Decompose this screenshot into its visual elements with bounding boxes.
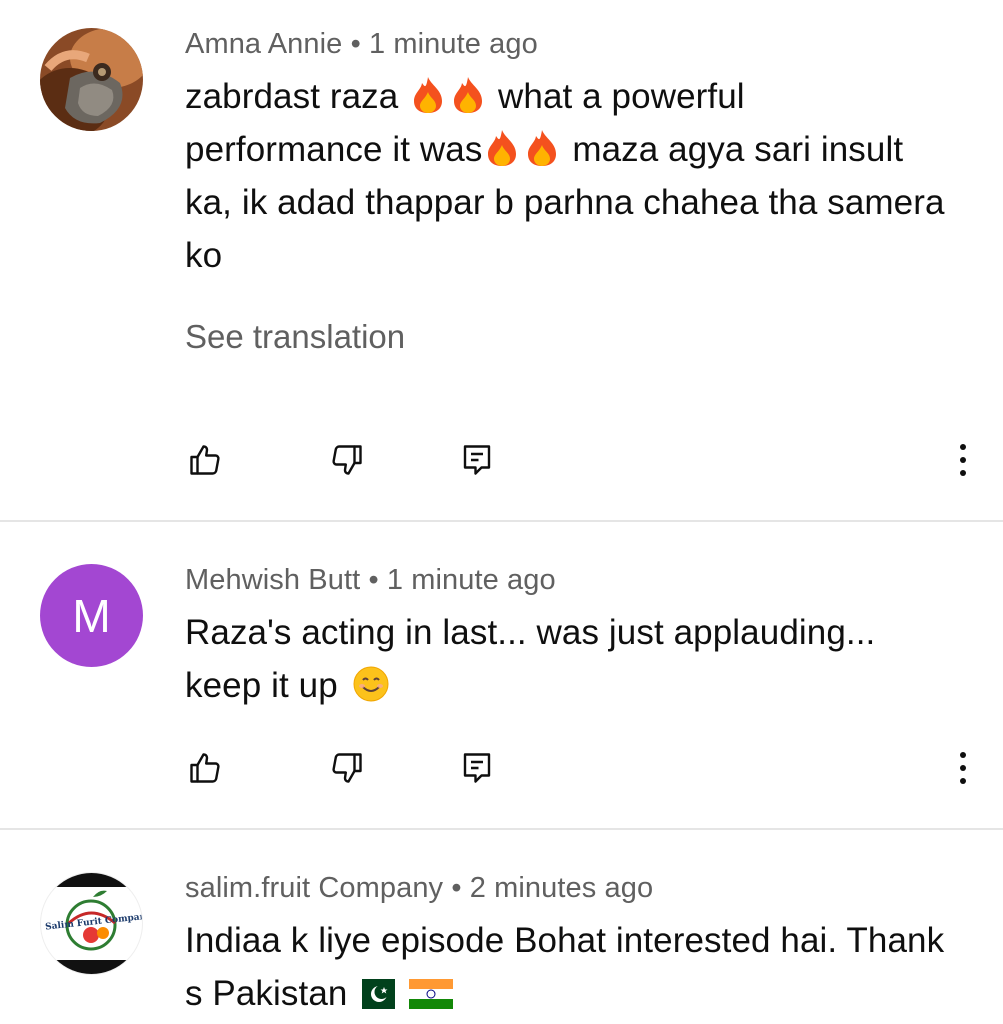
reply-icon xyxy=(463,445,491,475)
fire-emoji-icon xyxy=(454,77,483,113)
india-flag-emoji-icon xyxy=(409,979,454,1009)
reply-button[interactable] xyxy=(455,746,499,790)
thumbs-up-icon xyxy=(190,753,220,783)
more-options-button[interactable] xyxy=(951,438,975,482)
comment-meta: salim.fruit Company • 2 minutes ago xyxy=(185,872,653,905)
reply-button[interactable] xyxy=(455,438,499,482)
comment-text-line: ka, ik adad thappar b parhna chahea tha … xyxy=(185,183,945,222)
author-name[interactable]: Amna Annie xyxy=(185,28,342,60)
comment-text-line: ko xyxy=(185,236,223,275)
pakistan-flag-emoji-icon xyxy=(351,979,396,1009)
fire-emoji-icon xyxy=(528,130,557,166)
comment-text: Raza's acting in last... was just applau… xyxy=(185,606,975,712)
comment-amna-annie: Amna Annie • 1 minute ago zabrdast raza … xyxy=(0,0,1003,520)
more-options-button[interactable] xyxy=(951,746,975,790)
smiling-face-emoji-icon xyxy=(353,666,389,702)
timestamp: • 1 minute ago xyxy=(368,564,556,596)
comment-text-line: zabrdast raza xyxy=(185,77,399,116)
comment-text-line: Raza's acting in last... was just applau… xyxy=(185,613,876,652)
more-vert-icon xyxy=(960,752,966,784)
comment-mehwish-butt: M Mehwish Butt • 1 minute ago Raza's act… xyxy=(0,522,1003,828)
author-name[interactable]: Mehwish Butt xyxy=(185,564,360,596)
comment-meta: Amna Annie • 1 minute ago xyxy=(185,28,538,61)
comment-text: zabrdast raza what a powerful performanc… xyxy=(185,70,975,282)
thumbs-down-icon xyxy=(332,445,362,475)
author-name[interactable]: salim.fruit Company xyxy=(185,872,443,904)
dislike-button[interactable] xyxy=(325,746,369,790)
avatar[interactable] xyxy=(40,28,143,131)
timestamp: • 1 minute ago xyxy=(350,28,538,60)
comment-text-line: maza agya sari insult xyxy=(572,130,904,169)
comment-text-line: keep it up xyxy=(185,666,338,705)
see-translation-link[interactable]: See translation xyxy=(185,318,405,356)
avatar-letter: M xyxy=(72,589,111,642)
like-button[interactable] xyxy=(183,746,227,790)
comment-text: Indiaa k liye episode Bohat interested h… xyxy=(185,914,975,1020)
thumbs-up-icon xyxy=(190,445,220,475)
reply-icon xyxy=(463,753,491,783)
comment-text-line: what a powerful xyxy=(498,77,745,116)
fire-emoji-icon xyxy=(414,77,443,113)
avatar[interactable]: M xyxy=(40,564,143,667)
comment-text-line: performance it was xyxy=(185,130,483,169)
comment-salim-fruit-company: Salim Furit Company salim.fruit Company … xyxy=(0,830,1003,1024)
dislike-button[interactable] xyxy=(325,438,369,482)
like-button[interactable] xyxy=(183,438,227,482)
comment-text-line: Indiaa k liye episode Bohat interested h… xyxy=(185,921,945,960)
timestamp: • 2 minutes ago xyxy=(451,872,654,904)
fire-emoji-icon xyxy=(488,130,517,166)
more-vert-icon xyxy=(960,444,966,476)
comment-meta: Mehwish Butt • 1 minute ago xyxy=(185,564,556,597)
avatar[interactable]: Salim Furit Company xyxy=(40,872,143,975)
comment-text-line: s Pakistan xyxy=(185,974,348,1013)
thumbs-down-icon xyxy=(332,753,362,783)
